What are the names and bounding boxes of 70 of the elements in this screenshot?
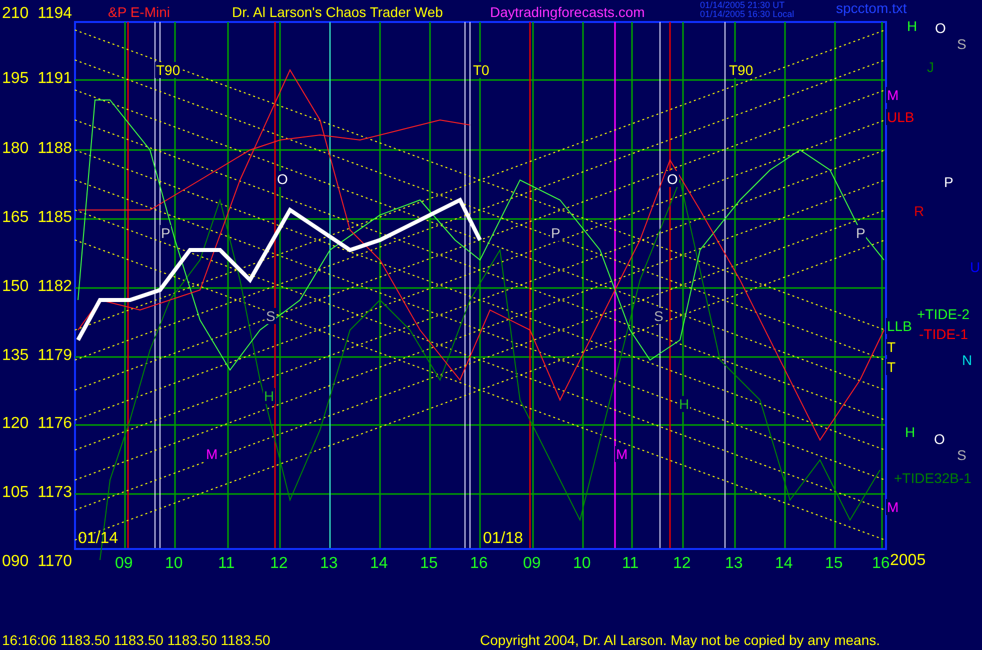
price-axis-label: 210 1194 <box>2 5 72 23</box>
quote-line: 16:16:06 1183.50 1183.50 1183.50 1183.50 <box>2 632 270 648</box>
page-title: Dr. Al Larson's Chaos Trader Web <box>232 4 443 20</box>
time-axis-label: 09 <box>523 555 541 573</box>
price-axis-label: 105 1173 <box>2 484 72 502</box>
time-axis-label: 10 <box>573 555 591 573</box>
timestamp: 01/14/2005 21:30 UT <box>700 1 785 10</box>
site-link[interactable]: Daytradingforecasts.com <box>490 4 645 20</box>
chart-marker: O <box>933 431 946 447</box>
price-axis-label: 120 1176 <box>2 415 72 433</box>
chart-marker: O <box>666 171 679 187</box>
chart-marker: S <box>956 36 968 52</box>
chart-marker: ULB <box>886 109 916 125</box>
chart-marker: S <box>265 308 276 324</box>
price-axis-label: 090 1170 <box>2 553 72 571</box>
chart-marker: R <box>913 203 926 219</box>
chart-marker: -TIDE-1 <box>918 326 969 342</box>
chart-marker: S <box>653 308 664 324</box>
chart-marker: H <box>678 396 690 412</box>
chart-marker: +TIDE32B-1 <box>893 470 972 486</box>
chart-marker: P <box>855 225 866 241</box>
time-axis-label: 11 <box>218 555 235 573</box>
date-label: 2005 <box>890 552 926 570</box>
price-axis-label: 165 1185 <box>2 209 72 227</box>
price-axis-label: 180 1188 <box>2 140 72 158</box>
instrument-name: &P E-Mini <box>108 4 170 20</box>
chart-marker: J <box>926 59 935 75</box>
time-axis-label: 13 <box>725 555 743 573</box>
chart-marker: T0 <box>472 62 490 78</box>
chart-marker: M <box>205 446 219 462</box>
chart-marker: P <box>943 174 954 190</box>
chart-marker: N <box>961 352 974 368</box>
time-axis-label: 12 <box>673 555 691 573</box>
chart-marker: T90 <box>728 62 754 78</box>
chart-marker: LLB <box>886 318 913 334</box>
time-axis-label: 15 <box>825 555 843 573</box>
chart-marker: T <box>886 339 897 355</box>
time-axis-label: 15 <box>420 555 438 573</box>
chart-marker: M <box>886 499 900 515</box>
chart-marker: O <box>934 20 947 36</box>
time-axis-label: 11 <box>622 555 639 573</box>
chart-marker: O <box>276 171 289 187</box>
chart-marker: M <box>886 87 900 103</box>
timestamp: 01/14/2005 16:30 Local <box>700 10 794 19</box>
chart-marker: H <box>263 388 276 404</box>
time-axis-label: 09 <box>115 555 133 573</box>
chart-marker: U <box>969 259 982 275</box>
chart-marker: T90 <box>155 62 182 78</box>
chart-marker: T <box>886 359 897 375</box>
chart-marker: S <box>956 447 968 463</box>
chart-marker: P <box>550 225 562 241</box>
time-axis-label: 12 <box>270 555 288 573</box>
price-axis-label: 150 1182 <box>2 278 72 296</box>
chart-marker: +TIDE-2 <box>916 306 971 322</box>
chart-marker: H <box>904 424 916 440</box>
time-axis-label: 16 <box>470 555 488 573</box>
price-axis-label: 135 1179 <box>2 347 72 365</box>
time-axis-label: 16 <box>872 555 890 573</box>
time-axis-label: 14 <box>775 555 793 573</box>
date-label: 01/14 <box>78 530 118 548</box>
chart-marker: H <box>906 18 918 34</box>
file-name: spcctom.txt <box>836 0 907 16</box>
time-axis-label: 14 <box>370 555 388 573</box>
price-axis-label: 195 1191 <box>2 70 72 88</box>
date-label: 01/18 <box>483 530 524 548</box>
chart-marker: P <box>160 225 172 241</box>
time-axis-label: 10 <box>165 555 183 573</box>
chart-marker: M <box>615 446 629 462</box>
time-axis-label: 13 <box>320 555 338 573</box>
copyright-text: Copyright 2004, Dr. Al Larson. May not be copied by any means. <box>480 632 880 648</box>
